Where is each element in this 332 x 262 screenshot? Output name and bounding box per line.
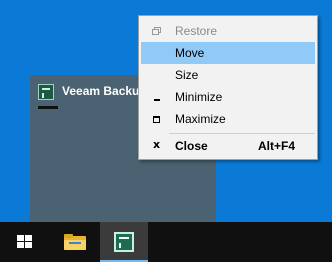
taskbar-veeam-app[interactable] [100, 222, 148, 262]
taskbar [0, 222, 332, 262]
windows-start-icon [17, 235, 32, 249]
menu-item-label: Size [175, 68, 199, 82]
minimize-icon [151, 91, 163, 103]
menu-item-restore[interactable]: Restore [141, 20, 315, 42]
menu-separator [169, 133, 315, 134]
maximize-icon [151, 113, 163, 125]
menu-item-shortcut: Alt+F4 [257, 139, 295, 153]
menu-item-label: Restore [175, 24, 218, 38]
file-explorer-icon [64, 234, 86, 250]
close-icon: x [153, 138, 161, 151]
menu-item-minimize[interactable]: Minimize [141, 86, 315, 108]
menu-item-size[interactable]: Size [141, 64, 315, 86]
window-context-menu: Restore Move Size Minimize Maximize x Cl… [138, 15, 318, 160]
start-button[interactable] [0, 222, 48, 262]
menu-item-label: Move [175, 46, 205, 60]
menu-item-close[interactable]: x Close Alt+F4 [141, 135, 315, 157]
restore-icon [151, 25, 163, 37]
menu-item-label: Maximize [175, 112, 226, 126]
menu-item-maximize[interactable]: Maximize [141, 108, 315, 130]
menu-item-label: Minimize [175, 90, 223, 104]
veeam-logo-icon [38, 84, 54, 100]
app-window-title: Veeam Backup [62, 84, 147, 98]
taskbar-file-explorer[interactable] [50, 222, 98, 262]
menu-item-label: Close [175, 139, 208, 153]
veeam-app-icon [114, 232, 134, 252]
window-cursor-indicator [38, 106, 58, 109]
menu-item-move[interactable]: Move [141, 42, 315, 64]
